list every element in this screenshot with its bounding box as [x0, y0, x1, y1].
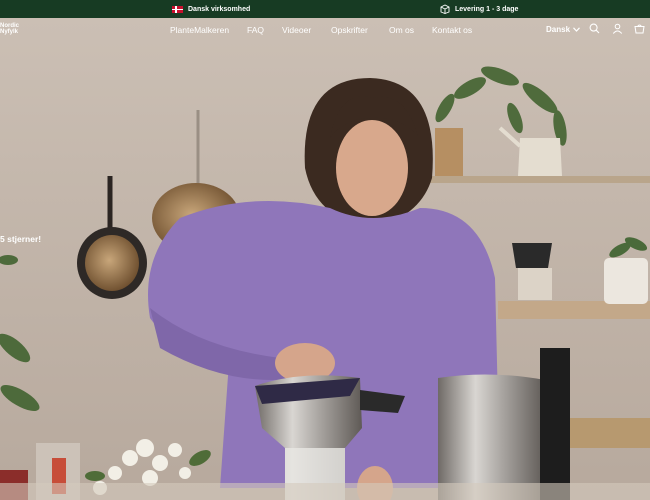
language-label: Dansk	[546, 25, 571, 34]
announcement-bar: Dansk virksomhed Levering 1 - 3 dage	[0, 0, 650, 18]
hero-tagline: 5 stjerner!	[0, 234, 42, 244]
account-icon[interactable]	[612, 23, 623, 34]
nav-item-plantemalkeren[interactable]: PlanteMalkeren	[170, 25, 229, 35]
site-logo[interactable]: Nordic Nyfylk	[0, 23, 19, 35]
announcement-danish-company: Dansk virksomhed	[172, 0, 250, 18]
danish-flag-icon	[172, 5, 183, 13]
logo-line2: Nyfylk	[0, 29, 19, 35]
announcement-delivery: Levering 1 - 3 dage	[440, 0, 518, 18]
announcement-right-text: Levering 1 - 3 dage	[455, 5, 519, 13]
chevron-down-icon	[573, 27, 580, 32]
announcement-left-text: Dansk virksomhed	[188, 5, 251, 13]
nav-item-kontakt-os[interactable]: Kontakt os	[432, 25, 472, 35]
hero-video[interactable]: 5 stjerner!	[0, 18, 650, 500]
nav-item-videoer[interactable]: Videoer	[282, 25, 311, 35]
language-selector[interactable]: Dansk	[546, 25, 580, 34]
nav-item-faq[interactable]: FAQ	[247, 25, 264, 35]
box-icon	[440, 4, 450, 14]
nav-item-om-os[interactable]: Om os	[389, 25, 414, 35]
search-icon[interactable]	[589, 23, 600, 34]
hero-image	[0, 18, 650, 500]
cart-icon[interactable]	[634, 23, 645, 34]
site-header: Nordic Nyfylk PlanteMalkeren FAQ Videoer…	[0, 18, 650, 40]
nav-item-opskrifter[interactable]: Opskrifter	[331, 25, 368, 35]
